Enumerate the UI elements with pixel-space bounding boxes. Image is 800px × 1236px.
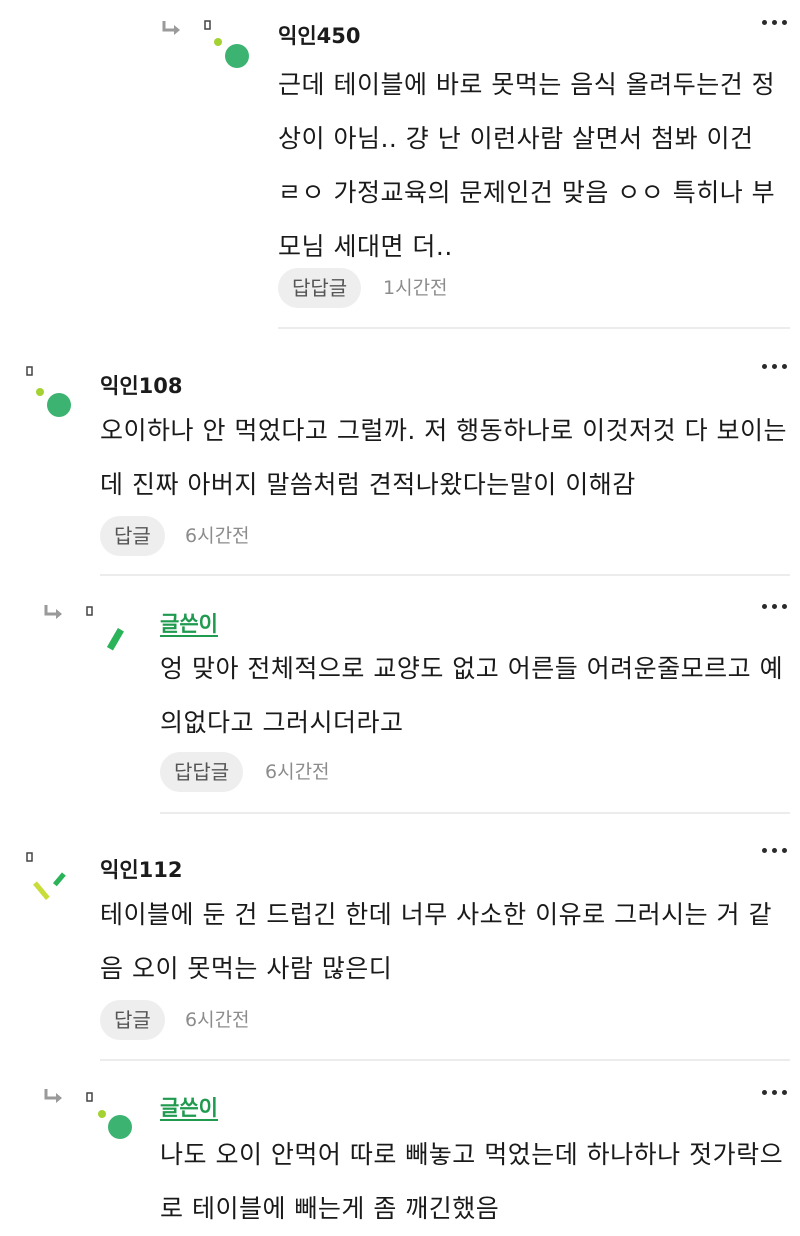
comment-time: 1시간전: [383, 277, 448, 299]
avatar-icon[interactable]: [82, 600, 142, 660]
comment-author[interactable]: 익인112: [100, 854, 182, 884]
avatar-icon[interactable]: [200, 14, 260, 74]
comment-time: 6시간전: [185, 525, 250, 547]
comment-text: 나도 오이 안먹어 따로 빼놓고 먹었는데 하나하나 젓가락으로 테이블에 빼는…: [160, 1140, 784, 1223]
avatar-icon[interactable]: [82, 1086, 142, 1146]
more-options-icon[interactable]: [760, 598, 790, 618]
reply-button[interactable]: 답답글: [160, 752, 244, 792]
comment-text: 테이블에 둔 건 드럽긴 한데 너무 사소한 이유로 그러시는 거 같음 오이 …: [100, 900, 772, 983]
more-options-icon[interactable]: [760, 14, 790, 34]
more-options-icon[interactable]: [760, 842, 790, 862]
divider: [100, 574, 790, 576]
more-options-icon[interactable]: [760, 358, 790, 378]
comment-author[interactable]: 익인450: [278, 20, 360, 50]
reply-arrow-icon: [162, 21, 180, 35]
comment-time: 6시간전: [185, 1009, 250, 1031]
comment-text: 오이하나 안 먹었다고 그럴까. 저 행동하나로 이것저것 다 보이는데 진짜 …: [100, 416, 788, 499]
divider: [100, 1059, 790, 1061]
reply-arrow-icon: [44, 1089, 62, 1103]
more-options-icon[interactable]: [760, 1084, 790, 1104]
avatar-icon[interactable]: [22, 360, 82, 420]
divider: [278, 327, 790, 329]
reply-arrow-icon: [44, 605, 62, 619]
avatar-icon[interactable]: [22, 846, 82, 906]
reply-button[interactable]: 답답글: [278, 268, 362, 308]
divider: [160, 812, 790, 814]
reply-button[interactable]: 답글: [100, 1000, 165, 1040]
comment-author-op[interactable]: 글쓴이: [160, 608, 218, 638]
comment-author[interactable]: 익인108: [100, 370, 182, 400]
comment-text: 근데 테이블에 바로 못먹는 음식 올려두는건 정상이 아님.. 걍 난 이런사…: [278, 70, 776, 261]
comment-author-op[interactable]: 글쓴이: [160, 1092, 218, 1122]
comment-text: 엉 맞아 전체적으로 교양도 없고 어른들 어려운줄모르고 예의없다고 그러시더…: [160, 654, 784, 737]
comment-time: 6시간전: [265, 761, 330, 783]
reply-button[interactable]: 답글: [100, 516, 165, 556]
